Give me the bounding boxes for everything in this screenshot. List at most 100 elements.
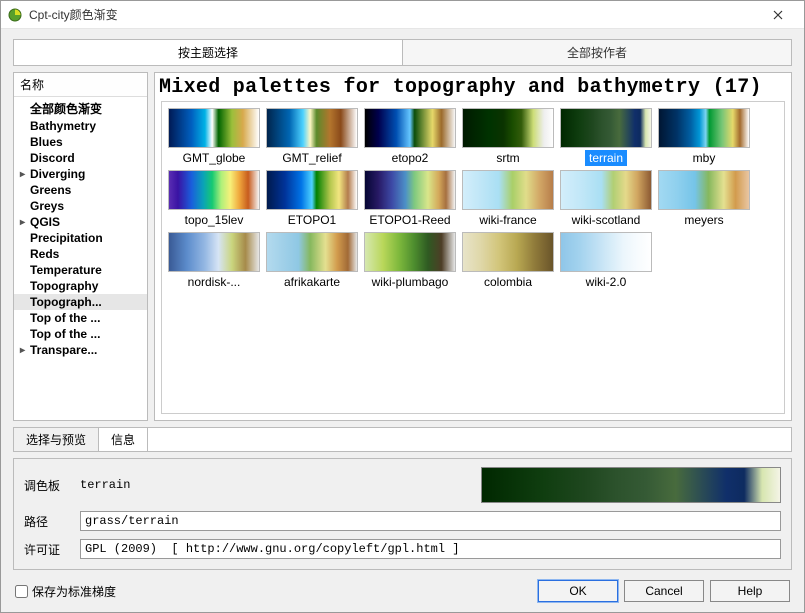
swatch (266, 170, 358, 210)
gallery-panel: Mixed palettes for topography and bathym… (154, 72, 792, 421)
tree-item[interactable]: ▸QGIS (14, 214, 147, 230)
swatch (168, 170, 260, 210)
help-button[interactable]: Help (710, 580, 790, 602)
tree-item[interactable]: Topograph... (14, 294, 147, 310)
gallery-thumb[interactable]: nordisk-... (166, 232, 262, 290)
thumb-label: ETOPO1 (284, 212, 340, 228)
gallery-thumb[interactable]: wiki-2.0 (558, 232, 654, 290)
titlebar: Cpt-city颜色渐变 (1, 1, 804, 29)
thumb-label: wiki-2.0 (582, 274, 631, 290)
save-standard-input[interactable] (15, 585, 28, 598)
expand-arrow-icon: ▸ (20, 217, 30, 228)
footer: 保存为标准梯度 OK Cancel Help (13, 576, 792, 604)
thumb-label: terrain (585, 150, 627, 166)
tree-item-label: Reds (30, 247, 59, 261)
tree-item[interactable]: Bathymetry (14, 118, 147, 134)
top-tabs: 按主题选择 全部按作者 (13, 39, 792, 66)
tree-item-label: Top of the ... (30, 311, 100, 325)
save-standard-checkbox[interactable]: 保存为标准梯度 (15, 583, 116, 600)
license-input[interactable] (80, 539, 781, 559)
tree-item-label: Transpare... (30, 343, 97, 357)
tree-item[interactable]: Discord (14, 150, 147, 166)
swatch (364, 108, 456, 148)
close-button[interactable] (758, 1, 798, 28)
swatch (364, 232, 456, 272)
thumb-label: colombia (480, 274, 536, 290)
path-input[interactable] (80, 511, 781, 531)
gallery-thumb[interactable]: mby (656, 108, 752, 166)
gallery-thumb[interactable]: terrain (558, 108, 654, 166)
tree-item-label: Topograph... (30, 295, 102, 309)
gallery-thumb[interactable]: etopo2 (362, 108, 458, 166)
swatch (462, 108, 554, 148)
tree-item-label: Blues (30, 135, 63, 149)
expand-arrow-icon: ▸ (20, 345, 30, 356)
palette-value: terrain (80, 478, 130, 492)
gallery-thumb[interactable]: GMT_relief (264, 108, 360, 166)
gallery-thumb[interactable]: srtm (460, 108, 556, 166)
tree-item-label: Greys (30, 199, 64, 213)
palette-label: 调色板 (24, 477, 70, 494)
thumb-label: srtm (492, 150, 523, 166)
tree-item-label: Discord (30, 151, 75, 165)
tree-item[interactable]: Top of the ... (14, 326, 147, 342)
save-standard-label: 保存为标准梯度 (32, 583, 116, 600)
swatch (266, 108, 358, 148)
tree-panel: 名称 全部颜色渐变 Bathymetry Blues Discord▸Divergin… (13, 72, 148, 421)
tree-item-label: QGIS (30, 215, 60, 229)
tree-item[interactable]: ▸Transpare... (14, 342, 147, 358)
gallery-body[interactable]: GMT_globe GMT_relief etopo2 srtm terrain mby t… (161, 101, 785, 414)
tree-item[interactable]: Reds (14, 246, 147, 262)
tree-header[interactable]: 名称 (14, 73, 147, 97)
tab-by-author[interactable]: 全部按作者 (403, 40, 791, 65)
tree-item[interactable]: Temperature (14, 262, 147, 278)
tree-item[interactable]: Topography (14, 278, 147, 294)
tree-item[interactable]: Precipitation (14, 230, 147, 246)
thumb-label: afrikakarte (280, 274, 344, 290)
gallery-thumb[interactable]: wiki-scotland (558, 170, 654, 228)
app-icon (7, 7, 23, 23)
swatch (462, 232, 554, 272)
gallery-thumb[interactable]: colombia (460, 232, 556, 290)
license-label: 许可证 (24, 541, 70, 558)
tab-select-preview[interactable]: 选择与预览 (14, 428, 99, 451)
tree-item-label: Greens (30, 183, 71, 197)
tree-item[interactable]: Greens (14, 182, 147, 198)
gallery-thumb[interactable]: ETOPO1-Reed (362, 170, 458, 228)
thumb-label: topo_15lev (181, 212, 248, 228)
swatch (560, 170, 652, 210)
tab-info[interactable]: 信息 (99, 428, 148, 451)
tab-by-topic[interactable]: 按主题选择 (14, 40, 403, 65)
expand-arrow-icon: ▸ (20, 169, 30, 180)
cancel-button[interactable]: Cancel (624, 580, 704, 602)
tree-item[interactable]: ▸Diverging (14, 166, 147, 182)
thumb-label: meyers (680, 212, 727, 228)
tree-item[interactable]: Greys (14, 198, 147, 214)
gallery-thumb[interactable]: meyers (656, 170, 752, 228)
tree-item-label: Precipitation (30, 231, 103, 245)
thumb-label: GMT_globe (179, 150, 250, 166)
gallery-thumb[interactable]: topo_15lev (166, 170, 262, 228)
swatch (364, 170, 456, 210)
swatch (560, 108, 652, 148)
gallery-thumb[interactable]: wiki-plumbago (362, 232, 458, 290)
swatch (658, 170, 750, 210)
tree-list[interactable]: 全部颜色渐变BathymetryBluesDiscord▸DivergingGr… (14, 97, 147, 420)
tree-item[interactable]: Top of the ... (14, 310, 147, 326)
tree-item-label: Temperature (30, 263, 102, 277)
thumb-label: ETOPO1-Reed (365, 212, 454, 228)
gallery-thumb[interactable]: afrikakarte (264, 232, 360, 290)
gallery-thumb[interactable]: wiki-france (460, 170, 556, 228)
gallery-thumb[interactable]: GMT_globe (166, 108, 262, 166)
swatch (560, 232, 652, 272)
tree-item-label: 全部颜色渐变 (30, 100, 102, 117)
path-label: 路径 (24, 513, 70, 530)
thumb-label: GMT_relief (278, 150, 345, 166)
swatch (168, 232, 260, 272)
gallery-thumb[interactable]: ETOPO1 (264, 170, 360, 228)
tree-item[interactable]: Blues (14, 134, 147, 150)
tree-item[interactable]: 全部颜色渐变 (14, 99, 147, 118)
ok-button[interactable]: OK (538, 580, 618, 602)
tree-item-label: Bathymetry (30, 119, 96, 133)
gallery-title: Mixed palettes for topography and bathym… (155, 73, 791, 101)
